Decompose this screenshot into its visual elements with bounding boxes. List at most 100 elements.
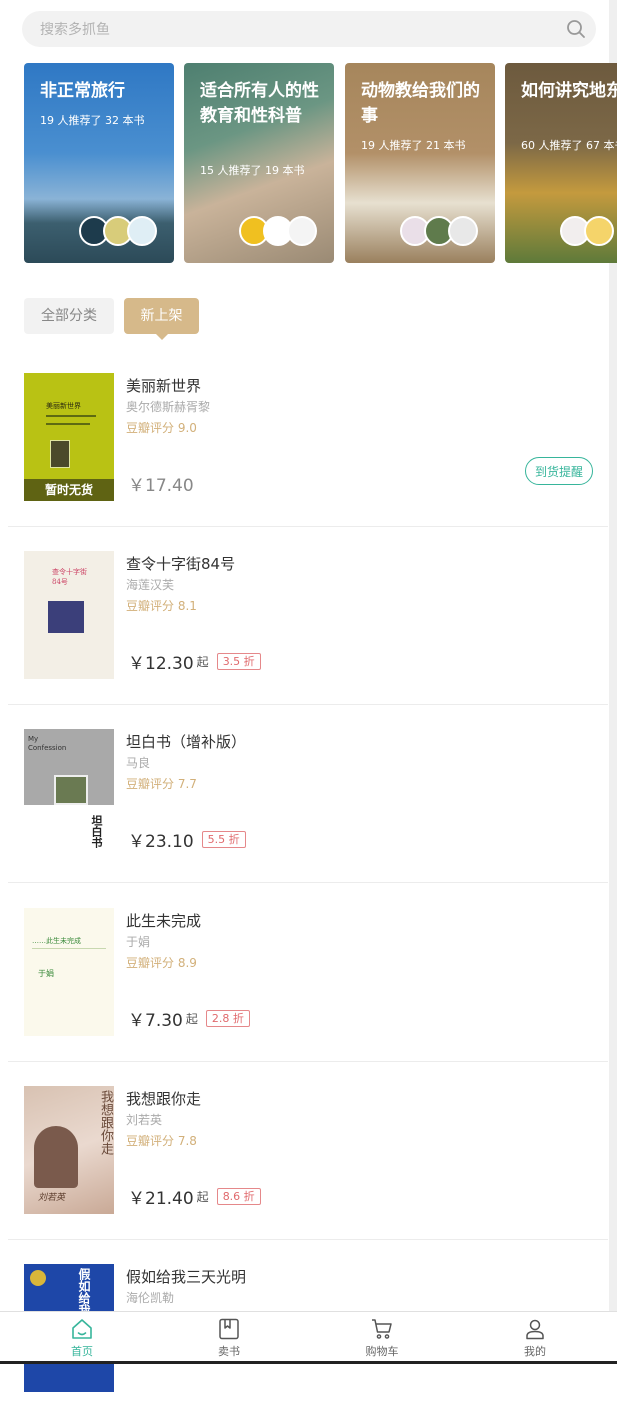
tab-new-arrivals-label: 新上架 (140, 308, 183, 324)
cover-image (54, 775, 88, 805)
book-price: ￥23.10 (128, 831, 194, 852)
book-item[interactable]: 美丽新世界 暂时无货 美丽新世界 奥尔德斯赫胥黎 豆瓣评分 9.0 ￥17.40… (8, 349, 608, 527)
book-item[interactable]: ……此生未完成 于娟 此生未完成 于娟 豆瓣评分 8.9 ￥7.30 起 2.8… (8, 884, 608, 1062)
book-rating: 豆瓣评分 8.1 (126, 599, 197, 613)
avatar (127, 216, 157, 246)
book-author: 海莲汉芙 (126, 578, 175, 592)
collection-title: 非正常旅行 (40, 81, 125, 101)
cover-title-text: ……此生未完成 (32, 937, 81, 945)
nav-profile[interactable]: 我的 (485, 1312, 585, 1362)
book-cover[interactable]: My Confession 坦白书 (24, 729, 114, 857)
price-row: ￥23.10 5.5 折 (128, 828, 246, 852)
search-bar[interactable] (22, 11, 596, 49)
recommender-avatars (239, 216, 319, 246)
search-input[interactable] (38, 11, 562, 49)
nav-home-label: 首页 (71, 1345, 93, 1358)
tab-new-arrivals[interactable]: 新上架 (124, 298, 199, 340)
book-author: 刘若英 (126, 1113, 163, 1127)
nav-home[interactable]: 首页 (32, 1312, 132, 1362)
avatar (448, 216, 478, 246)
cover-vertical-title: 我想跟你走 (98, 1090, 113, 1155)
book-rating: 豆瓣评分 8.9 (126, 956, 197, 970)
out-of-stock-badge: 暂时无货 (24, 479, 114, 501)
recommender-avatars (560, 216, 617, 246)
restock-notify-button[interactable]: 到货提醒 (525, 457, 593, 485)
book-cover[interactable]: ……此生未完成 于娟 (24, 908, 114, 1036)
book-rating: 豆瓣评分 7.7 (126, 777, 197, 791)
book-author: 奥尔德斯赫胥黎 (126, 400, 211, 414)
price-from-label: 起 (196, 654, 209, 669)
recommender-avatars (400, 216, 480, 246)
cover-title-text: 查令十字街 84号 (52, 568, 87, 586)
cover-image (50, 440, 70, 468)
recommender-avatars (79, 216, 159, 246)
book-price: ￥21.40 (128, 1188, 194, 1209)
book-title[interactable]: 坦白书（增补版） (126, 731, 246, 752)
cover-title-text: My Confession (28, 735, 67, 752)
cover-author-text: 于娟 (38, 969, 54, 978)
avatar (584, 216, 614, 246)
sell-icon (219, 1318, 239, 1340)
collection-carousel[interactable]: 非正常旅行 19 人推荐了 32 本书 适合所有人的性教育和性科普 15 人推荐… (24, 63, 617, 263)
collection-subtitle: 15 人推荐了 19 本书 (200, 164, 305, 177)
bottom-tab-bar: 首页 卖书 购物车 我的 (0, 1311, 617, 1361)
book-title[interactable]: 此生未完成 (126, 910, 201, 931)
nav-sell-label: 卖书 (218, 1345, 240, 1358)
collection-title: 如何讲究地东西 (521, 81, 617, 101)
price-row: ￥17.40 (128, 472, 194, 496)
home-icon (72, 1319, 92, 1339)
cover-line (32, 948, 106, 949)
book-cover[interactable]: 美丽新世界 暂时无货 (24, 373, 114, 501)
book-title[interactable]: 我想跟你走 (126, 1088, 201, 1109)
price-from-label: 起 (196, 1189, 209, 1204)
book-author: 海伦凯勒 (126, 1291, 175, 1305)
tab-all-categories[interactable]: 全部分类 (24, 298, 114, 334)
book-item[interactable]: 我想跟你走 刘若英 我想跟你走 刘若英 豆瓣评分 7.8 ￥21.40 起 8.… (8, 1062, 608, 1240)
book-rating: 豆瓣评分 9.0 (126, 421, 197, 435)
profile-icon (526, 1319, 544, 1340)
collection-card[interactable]: 动物教给我们的事 19 人推荐了 21 本书 (345, 63, 495, 263)
discount-badge: 3.5 折 (216, 652, 261, 670)
cover-image (48, 601, 84, 633)
cover-vertical-title: 假如给我 (77, 1268, 91, 1316)
book-item[interactable]: My Confession 坦白书 坦白书（增补版） 马良 豆瓣评分 7.7 ￥… (8, 705, 608, 883)
collection-subtitle: 19 人推荐了 32 本书 (40, 114, 145, 127)
nav-profile-label: 我的 (524, 1345, 546, 1358)
cover-emblem (30, 1270, 46, 1286)
cover-vertical-title: 坦白书 (90, 815, 103, 848)
book-item[interactable]: 查令十字街 84号 查令十字街84号 海莲汉芙 豆瓣评分 8.1 ￥12.30 … (8, 527, 608, 705)
book-cover[interactable]: 查令十字街 84号 (24, 551, 114, 679)
collection-card[interactable]: 适合所有人的性教育和性科普 15 人推荐了 19 本书 (184, 63, 334, 263)
cover-author-text: 刘若英 (38, 1193, 66, 1203)
discount-badge: 5.5 折 (201, 830, 246, 848)
book-title[interactable]: 美丽新世界 (126, 375, 201, 396)
nav-cart[interactable]: 购物车 (332, 1312, 432, 1362)
book-price: ￥17.40 (128, 475, 194, 496)
tab-pointer (156, 334, 168, 340)
book-cover[interactable]: 我想跟你走 刘若英 (24, 1086, 114, 1214)
book-title[interactable]: 查令十字街84号 (126, 553, 235, 574)
cart-icon (372, 1319, 392, 1339)
cover-image (34, 1126, 78, 1188)
nav-sell[interactable]: 卖书 (179, 1312, 279, 1362)
book-author: 于娟 (126, 935, 151, 949)
price-row: ￥12.30 起 3.5 折 (128, 650, 261, 674)
discount-badge: 8.6 折 (216, 1187, 261, 1205)
search-icon[interactable] (566, 19, 586, 39)
collection-subtitle: 60 人推荐了 67 本书 (521, 139, 617, 152)
book-rating: 豆瓣评分 7.8 (126, 1134, 197, 1148)
book-title[interactable]: 假如给我三天光明 (126, 1266, 246, 1287)
collection-card[interactable]: 非正常旅行 19 人推荐了 32 本书 (24, 63, 174, 263)
price-row: ￥21.40 起 8.6 折 (128, 1185, 261, 1209)
collection-title: 适合所有人的性教育和性科普 (200, 81, 319, 126)
cover-line (46, 415, 96, 417)
avatar (287, 216, 317, 246)
cover-title-text: 美丽新世界 (46, 402, 81, 410)
discount-badge: 2.8 折 (205, 1009, 250, 1027)
collection-card[interactable]: 如何讲究地东西 60 人推荐了 67 本书 (505, 63, 617, 263)
book-author: 马良 (126, 756, 151, 770)
nav-cart-label: 购物车 (365, 1345, 399, 1358)
book-price: ￥7.30 (128, 1010, 183, 1031)
price-from-label: 起 (185, 1011, 198, 1026)
book-price: ￥12.30 (128, 653, 194, 674)
